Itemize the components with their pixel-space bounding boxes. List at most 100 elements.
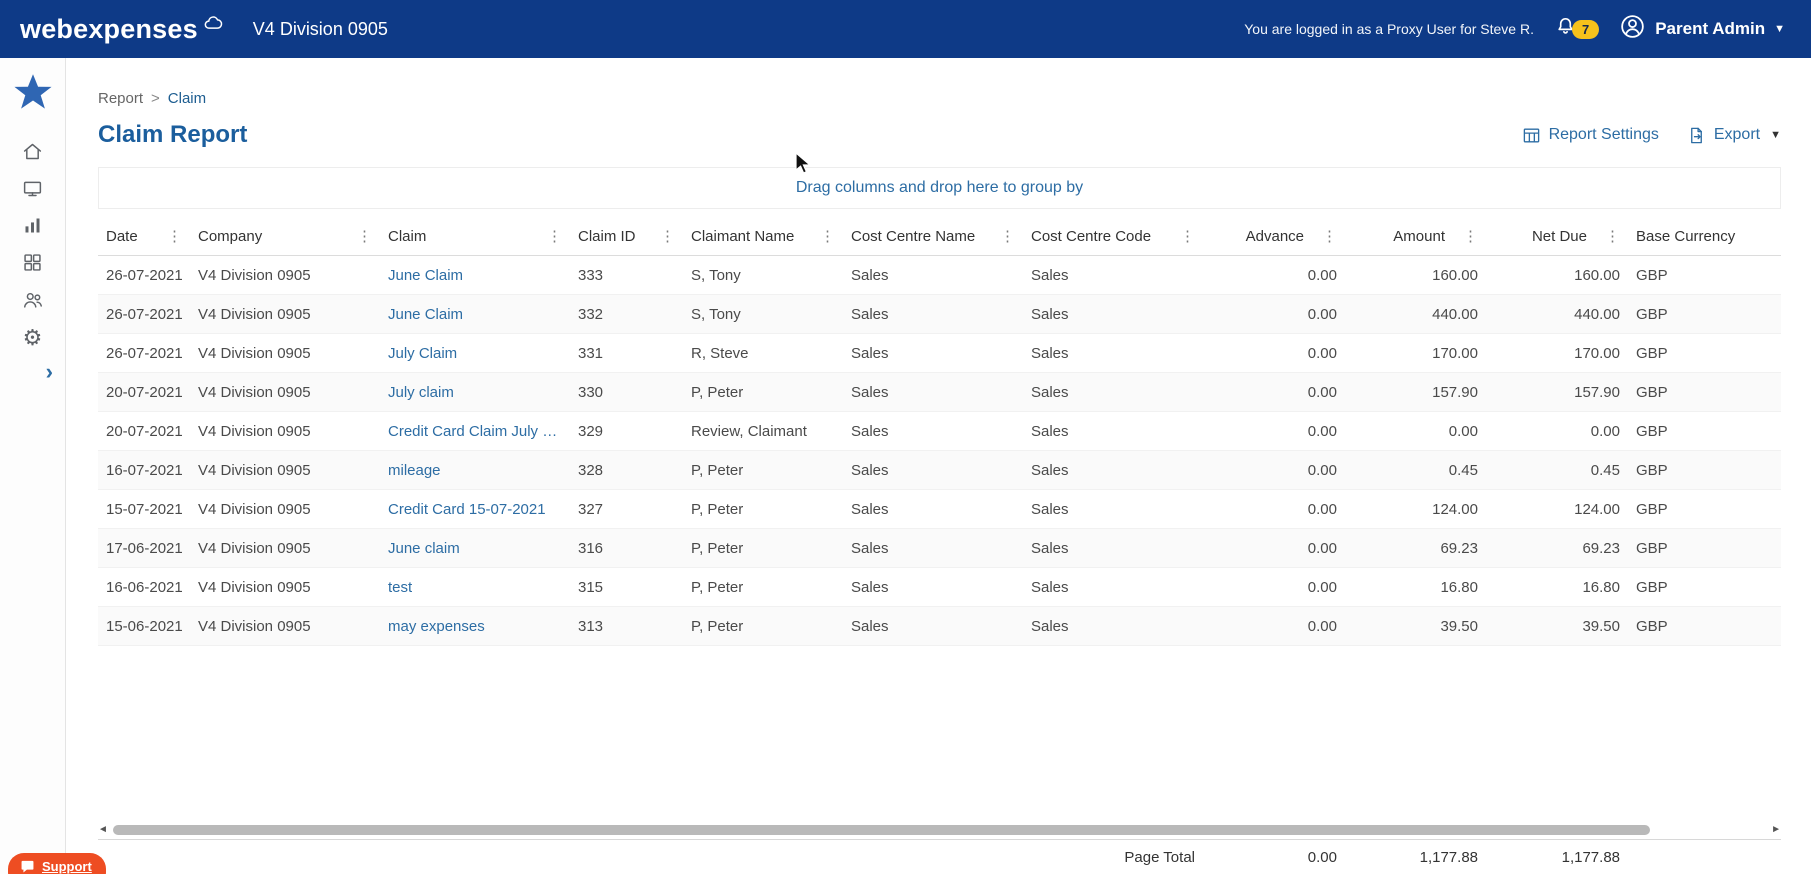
table-cell: Sales bbox=[851, 578, 889, 596]
table-cell: Sales bbox=[1031, 266, 1069, 284]
column-menu-icon[interactable]: ⋮ bbox=[351, 227, 372, 245]
column-header-label: Amount bbox=[1393, 227, 1445, 245]
table-cell: 20-07-2021 bbox=[106, 422, 183, 440]
breadcrumb-report[interactable]: Report bbox=[98, 90, 143, 107]
column-header[interactable]: Claim ⋮ bbox=[380, 217, 570, 255]
column-header[interactable]: Base Currency bbox=[1628, 217, 1781, 255]
column-menu-icon[interactable]: ⋮ bbox=[1457, 227, 1478, 245]
claim-link[interactable]: June Claim bbox=[388, 267, 463, 284]
page-total-cell bbox=[98, 840, 190, 874]
claim-link[interactable]: July claim bbox=[388, 384, 454, 401]
column-header-label: Date bbox=[106, 227, 138, 245]
column-menu-icon[interactable]: ⋮ bbox=[161, 227, 182, 245]
table-cell: Sales bbox=[1031, 422, 1069, 440]
report-settings-button[interactable]: Report Settings bbox=[1522, 126, 1659, 145]
table-cell: Sales bbox=[1031, 578, 1069, 596]
table-cell: 0.00 bbox=[1590, 422, 1620, 440]
column-menu-icon[interactable]: ⋮ bbox=[1599, 227, 1620, 245]
table-cell: 15-07-2021 bbox=[106, 500, 183, 518]
sidebar-item-reports[interactable] bbox=[22, 215, 43, 236]
column-header[interactable]: Cost Centre Name ⋮ bbox=[843, 217, 1023, 255]
export-icon bbox=[1690, 127, 1702, 143]
table-cell: Sales bbox=[1031, 344, 1069, 362]
column-header[interactable]: Claimant Name ⋮ bbox=[683, 217, 843, 255]
table-cell: Sales bbox=[851, 383, 889, 401]
scrollbar-thumb[interactable] bbox=[112, 825, 1651, 835]
claim-cell: July claim bbox=[380, 373, 570, 411]
user-menu[interactable]: Parent Admin ▼ bbox=[1619, 13, 1785, 45]
table-cell: 15-06-2021 bbox=[106, 617, 183, 635]
scrollbar-track[interactable] bbox=[112, 825, 1766, 835]
table-row: 15-07-2021 V4 Division 0905 Credit Card 15… bbox=[98, 490, 1781, 529]
table-cell: Sales bbox=[851, 461, 889, 479]
support-button[interactable]: Support bbox=[8, 853, 106, 874]
breadcrumb-separator: > bbox=[151, 90, 160, 107]
table-cell: S, Tony bbox=[691, 266, 741, 284]
column-header[interactable]: Amount ⋮ bbox=[1345, 217, 1486, 255]
table-cell: Sales bbox=[1031, 305, 1069, 323]
claim-link[interactable]: July Claim bbox=[388, 345, 457, 362]
page-total-cell bbox=[843, 840, 1023, 874]
claim-link[interactable]: Credit Card Claim July 20... bbox=[388, 423, 562, 440]
sidebar-item-addons[interactable] bbox=[22, 252, 43, 273]
horizontal-scrollbar[interactable]: ◄ ► bbox=[98, 821, 1781, 839]
column-menu-icon[interactable]: ⋮ bbox=[1316, 227, 1337, 245]
claim-cell: June Claim bbox=[380, 295, 570, 333]
user-name-label: Parent Admin bbox=[1655, 19, 1766, 38]
table-cell: 16-07-2021 bbox=[106, 461, 183, 479]
scroll-right-arrow-icon[interactable]: ► bbox=[1771, 825, 1781, 835]
table-cell: 329 bbox=[578, 422, 604, 440]
sidebar-item-users[interactable] bbox=[22, 289, 44, 311]
claim-link[interactable]: June Claim bbox=[388, 306, 463, 323]
table-cell: 16-06-2021 bbox=[106, 578, 183, 596]
column-menu-icon[interactable]: ⋮ bbox=[1174, 227, 1195, 245]
column-header[interactable]: Date ⋮ bbox=[98, 217, 190, 255]
export-button[interactable]: Export ▼ bbox=[1687, 126, 1781, 145]
chevron-down-icon: ▼ bbox=[1774, 22, 1785, 35]
table-cell: GBP bbox=[1636, 266, 1668, 284]
notifications-button[interactable]: 7 bbox=[1554, 15, 1600, 43]
column-menu-icon[interactable]: ⋮ bbox=[814, 227, 835, 245]
claim-link[interactable]: Credit Card 15-07-2021 bbox=[388, 501, 546, 518]
column-header[interactable]: Advance ⋮ bbox=[1203, 217, 1345, 255]
claim-link[interactable]: test bbox=[388, 579, 412, 596]
sidebar-expand-chevron-icon[interactable]: › bbox=[46, 361, 53, 383]
column-header[interactable]: Net Due ⋮ bbox=[1486, 217, 1628, 255]
notification-count-badge: 7 bbox=[1571, 19, 1600, 39]
column-menu-icon[interactable]: ⋮ bbox=[654, 227, 675, 245]
table-cell: V4 Division 0905 bbox=[198, 422, 311, 440]
table-cell: 331 bbox=[578, 344, 604, 362]
page-total-row: Page Total 0.00 1,177.88 1,177.88 bbox=[98, 839, 1781, 874]
group-by-dropzone[interactable]: Drag columns and drop here to group by bbox=[98, 167, 1781, 209]
column-header[interactable]: Company ⋮ bbox=[190, 217, 380, 255]
sidebar-item-claims[interactable] bbox=[22, 178, 43, 199]
table-cell: 440.00 bbox=[1432, 305, 1478, 323]
table-cell: Sales bbox=[851, 422, 889, 440]
sidebar: ⚙ › bbox=[0, 58, 66, 874]
page-total-cell: 1,177.88 bbox=[1419, 848, 1478, 866]
claim-link[interactable]: may expenses bbox=[388, 618, 485, 635]
table-cell: P, Peter bbox=[691, 617, 744, 635]
column-header[interactable]: Claim ID ⋮ bbox=[570, 217, 683, 255]
page-total-cell bbox=[380, 840, 570, 874]
column-menu-icon[interactable]: ⋮ bbox=[541, 227, 562, 245]
sidebar-item-settings[interactable]: ⚙ bbox=[23, 327, 43, 349]
page-total-cell: 1,177.88 bbox=[1561, 848, 1620, 866]
table-cell: 157.90 bbox=[1432, 383, 1478, 401]
scroll-left-arrow-icon[interactable]: ◄ bbox=[98, 825, 108, 835]
main-content: Report > Claim Claim Report Report Setting… bbox=[66, 58, 1811, 874]
column-header[interactable]: Cost Centre Code ⋮ bbox=[1023, 217, 1203, 255]
table-cell: GBP bbox=[1636, 461, 1668, 479]
sidebar-item-home[interactable] bbox=[22, 141, 43, 162]
table-cell: GBP bbox=[1636, 539, 1668, 557]
column-menu-icon[interactable]: ⋮ bbox=[994, 227, 1015, 245]
table-cell: Sales bbox=[851, 344, 889, 362]
claim-link[interactable]: mileage bbox=[388, 462, 441, 479]
claim-link[interactable]: June claim bbox=[388, 540, 460, 557]
table-cell: R, Steve bbox=[691, 344, 749, 362]
table-cell: 0.45 bbox=[1448, 461, 1478, 479]
page-total-cell bbox=[1628, 840, 1781, 874]
page-title: Claim Report bbox=[98, 121, 248, 148]
table-cell: 124.00 bbox=[1432, 500, 1478, 518]
user-avatar-icon bbox=[1619, 13, 1646, 45]
